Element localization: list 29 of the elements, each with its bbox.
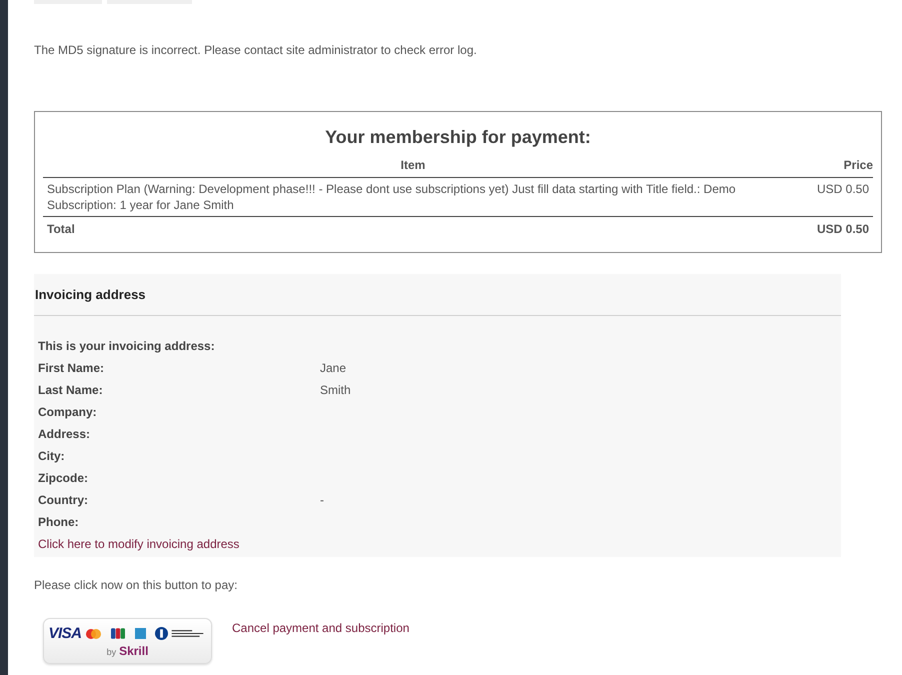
column-header: Price <box>783 156 873 178</box>
card-circles-icon <box>86 628 100 638</box>
item-cell: Subscription Plan (Warning: Development phase!!! - Please dont use subscriptions yet) Just fill data starting with Title field.: Demo Subscription: 1 year for Jane Smith <box>43 178 783 216</box>
field-label: Zipcode: <box>38 471 89 485</box>
pay-prompt: Please click now on this button to pay: <box>34 577 238 593</box>
card-square-icon <box>134 628 146 639</box>
price-cell: USD 0.50 <box>783 178 873 216</box>
cancel-link[interactable]: Cancel payment and subscription <box>232 620 410 636</box>
field-label: City: <box>38 449 66 463</box>
field-value: Smith <box>320 383 351 397</box>
field-label: Country: <box>38 493 89 507</box>
error-message: The MD5 signature is incorrect. Please contact site administrator to check error log. <box>34 42 478 58</box>
membership-title: Your membership for payment: <box>324 126 592 148</box>
field-label: Address: <box>38 427 92 441</box>
field-label: Last Name: <box>38 383 104 397</box>
pay-button[interactable]: VISA by Skrill <box>43 618 212 664</box>
total-label: Total <box>43 216 783 240</box>
field-label: First Name: <box>38 361 106 375</box>
column-header: Item <box>43 156 783 178</box>
field-value: Jane <box>320 361 346 375</box>
modify-address-link[interactable]: Click here to modify invoicing address <box>38 537 240 551</box>
card-stripes-icon <box>110 628 124 639</box>
invoicing-heading: Invoicing address <box>35 286 147 304</box>
field-label: Company: <box>38 405 98 419</box>
field-label: Phone: <box>38 515 80 529</box>
total-price: USD 0.50 <box>783 216 873 240</box>
invoicing-intro: This is your invoicing address: <box>38 339 216 353</box>
field-value: - <box>320 493 324 507</box>
card-logo-icon <box>154 627 206 640</box>
